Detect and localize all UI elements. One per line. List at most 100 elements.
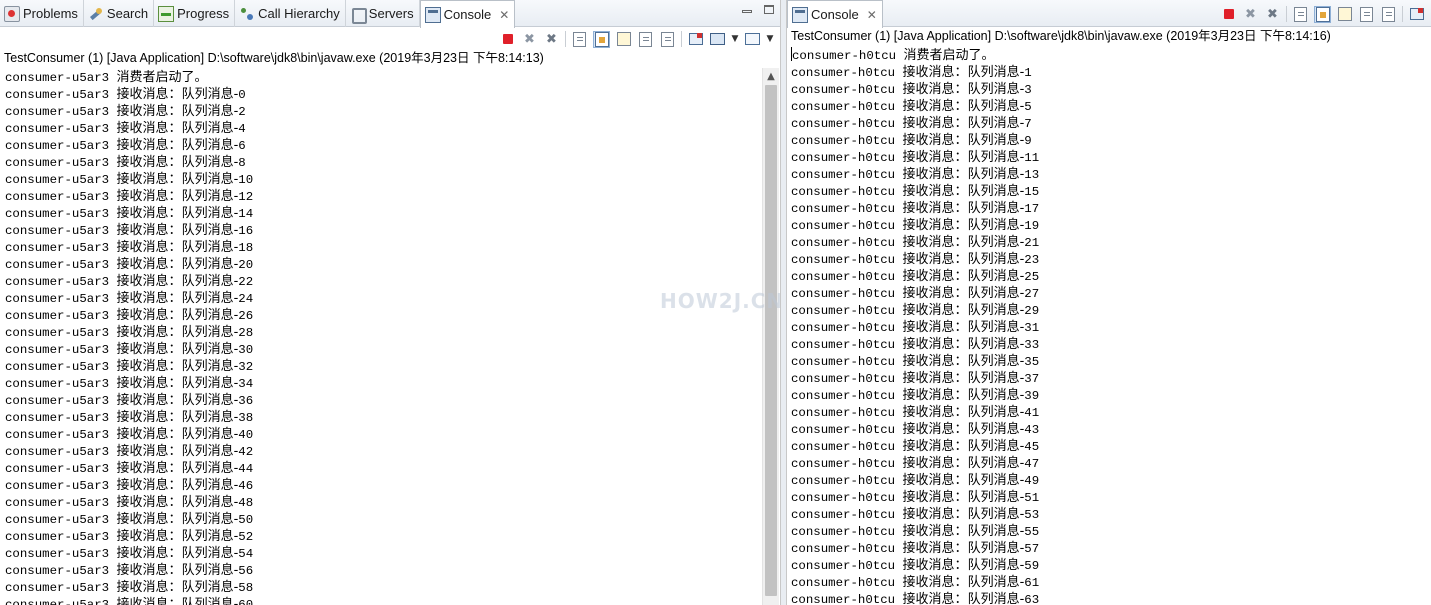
tab-call-hierarchy[interactable]: Call Hierarchy: [235, 0, 346, 27]
receive-prefix: 接收消息：: [902, 541, 968, 556]
maximize-icon[interactable]: [764, 5, 774, 14]
console-output[interactable]: consumer-h0tcu 消费者启动了。 consumer-h0tcu 接收消…: [791, 47, 1429, 605]
receive-prefix: 接收消息：: [902, 218, 968, 233]
vertical-scrollbar[interactable]: ▲: [762, 68, 779, 605]
receive-prefix: 接收消息：: [116, 359, 182, 374]
message-number: 16: [238, 224, 254, 238]
message-number: 58: [238, 581, 254, 595]
display-selected-console-icon[interactable]: [709, 31, 726, 48]
receive-prefix: 接收消息：: [116, 223, 182, 238]
close-icon[interactable]: ✕: [867, 8, 877, 22]
scroll-lock-icon[interactable]: [593, 30, 610, 48]
tab-servers[interactable]: Servers: [346, 0, 420, 27]
console-line: consumer-u5ar3 接收消息：队列消息-0: [5, 86, 760, 103]
tab-problems[interactable]: Problems: [0, 0, 84, 27]
chevron-down-icon[interactable]: ▼: [731, 31, 739, 48]
console-line: consumer-u5ar3 接收消息：队列消息-10: [5, 171, 760, 188]
left-console-view: Problems Search Progress Call Hierarchy Serv…: [0, 0, 781, 605]
start-message: 消费者启动了。: [903, 48, 995, 63]
tab-console[interactable]: Console ✕: [787, 0, 883, 28]
queue-prefix: 队列消息-: [181, 376, 239, 391]
open-console-icon[interactable]: [744, 31, 761, 48]
tab-console[interactable]: Console ✕: [419, 0, 516, 28]
consumer-id: consumer-u5ar3: [5, 462, 110, 476]
word-wrap-icon[interactable]: [615, 31, 632, 48]
scrollbar-thumb[interactable]: [765, 85, 777, 596]
queue-prefix: 队列消息-: [181, 342, 239, 357]
queue-prefix: 队列消息-: [967, 354, 1025, 369]
close-icon[interactable]: ✕: [499, 8, 509, 22]
console-line: consumer-h0tcu 接收消息：队列消息-31: [791, 319, 1429, 336]
queue-prefix: 队列消息-: [181, 223, 239, 238]
consumer-id: consumer-u5ar3: [5, 207, 110, 221]
left-tabs: Problems Search Progress Call Hierarchy Serv…: [0, 0, 516, 28]
queue-prefix: 队列消息-: [181, 597, 239, 605]
queue-prefix: 队列消息-: [967, 99, 1025, 114]
word-wrap-icon[interactable]: [1336, 6, 1353, 23]
message-number: 21: [1024, 236, 1040, 250]
queue-prefix: 队列消息-: [967, 388, 1025, 403]
remove-launch-icon[interactable]: [1242, 6, 1259, 23]
pin-console-icon[interactable]: [1408, 6, 1425, 23]
tab-progress[interactable]: Progress: [154, 0, 236, 27]
call-hierarchy-icon: [239, 6, 255, 22]
show-console-on-stdout-icon[interactable]: [637, 31, 654, 48]
consumer-id: consumer-u5ar3: [5, 513, 110, 527]
message-number: 0: [238, 88, 246, 102]
queue-prefix: 队列消息-: [967, 439, 1025, 454]
clear-console-icon[interactable]: [571, 31, 588, 48]
show-console-on-stdout-icon[interactable]: [1358, 6, 1375, 23]
clear-console-icon[interactable]: [1292, 6, 1309, 23]
process-label: TestConsumer (1) [Java Application] D:\s…: [791, 29, 1331, 43]
remove-all-terminated-icon[interactable]: [1264, 6, 1281, 23]
minimize-icon[interactable]: [742, 10, 752, 13]
message-number: 39: [1024, 389, 1040, 403]
receive-prefix: 接收消息：: [902, 405, 968, 420]
receive-prefix: 接收消息：: [116, 87, 182, 102]
show-console-on-stderr-icon[interactable]: [659, 31, 676, 48]
console-line: consumer-u5ar3 消费者启动了。: [5, 69, 760, 86]
message-number: 40: [238, 428, 254, 442]
console-line: consumer-h0tcu 接收消息：队列消息-35: [791, 353, 1429, 370]
consumer-id: consumer-u5ar3: [5, 139, 110, 153]
message-number: 29: [1024, 304, 1040, 318]
console-output[interactable]: consumer-u5ar3 消费者启动了。 consumer-u5ar3 接收消…: [5, 69, 760, 605]
tab-search[interactable]: Search: [84, 0, 155, 27]
show-console-on-stderr-icon[interactable]: [1380, 6, 1397, 23]
tab-label: Problems: [23, 6, 78, 21]
message-number: 28: [238, 326, 254, 340]
queue-prefix: 队列消息-: [967, 82, 1025, 97]
queue-prefix: 队列消息-: [967, 286, 1025, 301]
console-line: consumer-h0tcu 接收消息：队列消息-47: [791, 455, 1429, 472]
remove-all-terminated-icon[interactable]: [543, 31, 560, 48]
progress-icon: [158, 5, 175, 22]
consumer-id: consumer-u5ar3: [5, 258, 110, 272]
remove-launch-icon[interactable]: [521, 31, 538, 48]
message-number: 22: [238, 275, 254, 289]
message-number: 27: [1024, 287, 1040, 301]
message-number: 6: [238, 139, 246, 153]
message-number: 35: [1024, 355, 1040, 369]
console-line: consumer-h0tcu 接收消息：队列消息-7: [791, 115, 1429, 132]
message-number: 4: [238, 122, 246, 136]
console-line: consumer-u5ar3 接收消息：队列消息-44: [5, 460, 760, 477]
scroll-lock-icon[interactable]: [1314, 5, 1331, 23]
console-line: consumer-u5ar3 接收消息：队列消息-6: [5, 137, 760, 154]
console-line: consumer-u5ar3 接收消息：队列消息-54: [5, 545, 760, 562]
queue-prefix: 队列消息-: [181, 240, 239, 255]
queue-prefix: 队列消息-: [181, 308, 239, 323]
message-number: 32: [238, 360, 254, 374]
tab-label: Console: [811, 7, 859, 22]
consumer-id: consumer-u5ar3: [5, 598, 110, 605]
message-number: 13: [1024, 168, 1040, 182]
message-number: 33: [1024, 338, 1040, 352]
terminate-icon[interactable]: [499, 31, 516, 48]
queue-prefix: 队列消息-: [967, 575, 1025, 590]
queue-prefix: 队列消息-: [181, 512, 239, 527]
scroll-up-icon[interactable]: ▲: [763, 68, 779, 85]
receive-prefix: 接收消息：: [902, 592, 968, 605]
pin-console-icon[interactable]: [687, 31, 704, 48]
terminate-icon[interactable]: [1220, 6, 1237, 23]
chevron-down-icon[interactable]: ▼: [766, 31, 774, 48]
queue-prefix: 队列消息-: [967, 473, 1025, 488]
